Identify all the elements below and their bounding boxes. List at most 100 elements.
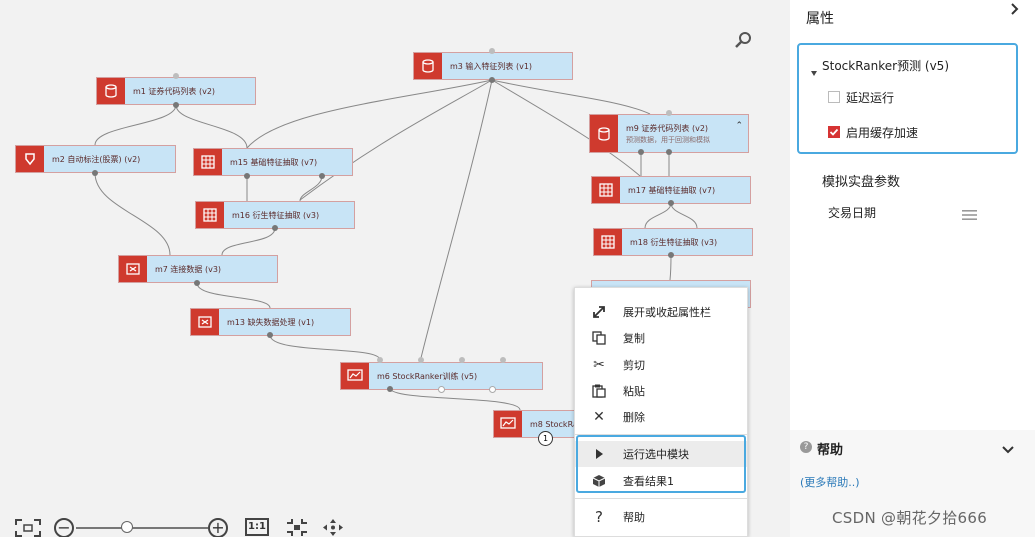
zoom-slider-handle[interactable] [121,521,133,533]
grid-icon [592,177,620,203]
output-port[interactable] [173,102,179,108]
fit-content-icon[interactable] [286,518,308,537]
edge [269,334,381,361]
node-label: m13 缺失数据处理 (v1) [227,317,315,327]
grid-icon [594,229,622,255]
merge-icon [191,309,219,335]
search-icon[interactable] [735,31,753,53]
context-menu: 展开或收起属性栏 复制 ✂ 剪切 粘贴 ✕ 删除 运行选中模块 查看结果1 ? … [574,287,748,537]
node-label: m1 证券代码列表 (v2) [133,86,216,96]
output-port[interactable] [438,386,445,393]
node-label: m7 连接数据 (v3) [155,264,222,274]
input-port[interactable] [173,73,179,79]
node-label: m17 基础特征抽取 (v7) [628,185,716,195]
cache-label: 启用缓存加速 [846,126,919,140]
output-badge[interactable]: 1 [538,431,553,446]
triangle-down-icon[interactable] [810,62,818,81]
node-label: m6 StockRanker训练 (v5) [377,371,478,381]
delay-run-checkbox[interactable] [828,91,840,103]
question-icon: ? [595,508,603,526]
output-port[interactable] [387,386,393,392]
node-label: m3 输入特征列表 (v1) [450,61,533,71]
output-port[interactable] [489,386,496,393]
input-port[interactable] [500,357,506,363]
node-label: m9 证券代码列表 (v2) 预测数据，用于回测和模拟 [618,123,710,145]
scissors-icon: ✂ [593,357,605,373]
grid-icon [194,149,222,175]
input-port[interactable] [459,357,465,363]
menu-item-paste[interactable]: 粘贴 [575,378,747,404]
menu-item-help[interactable]: ? 帮助 [575,504,747,530]
zoom-in-button[interactable]: + [208,518,228,537]
output-port[interactable] [244,173,250,179]
edge [670,202,698,229]
node-label: m16 衍生特征抽取 (v3) [232,210,320,220]
node-m8[interactable]: m8 StockRank [493,410,579,438]
node-m15[interactable]: m15 基础特征抽取 (v7) [193,148,353,176]
input-port[interactable] [666,110,672,116]
output-port[interactable] [666,149,672,155]
menu-item-toggle-panel[interactable]: 展开或收起属性栏 [575,299,747,325]
help-icon: ? [800,441,812,453]
more-help-link[interactable]: (更多帮助..) [800,474,860,490]
edge [669,254,672,281]
menu-divider [575,498,747,499]
edge [221,227,276,256]
database-icon [414,53,442,79]
train-icon [494,411,522,437]
input-port[interactable] [489,48,495,54]
menu-item-delete[interactable]: ✕ 删除 [575,404,747,430]
output-port[interactable] [668,200,674,206]
node-m2[interactable]: m2 自动标注(股票) (v2) [15,145,176,173]
trade-date-label: 交易日期 [828,206,877,220]
merge-icon [119,256,147,282]
node-label: m2 自动标注(股票) (v2) [52,154,141,164]
chevron-down-icon[interactable] [1002,440,1014,459]
node-m3[interactable]: m3 输入特征列表 (v1) [413,52,573,80]
close-icon: ✕ [593,409,605,425]
move-icon[interactable] [322,518,344,537]
edge [196,282,271,309]
menu-item-copy[interactable]: 复制 [575,325,747,351]
output-port[interactable] [272,225,278,231]
zoom-slider-track[interactable] [76,527,208,529]
zoom-out-button[interactable]: − [54,518,74,537]
edge [389,387,521,411]
node-label: m18 衍生特征抽取 (v3) [630,237,718,247]
output-port[interactable] [638,149,644,155]
module-title[interactable]: StockRanker预测 (v5) [822,57,949,74]
watermark: CSDN @朝花夕拾666 [832,509,988,527]
download-icon [16,146,44,172]
output-port[interactable] [194,280,200,286]
node-m9[interactable]: m9 证券代码列表 (v2) 预测数据，用于回测和模拟 ⌃ [589,114,749,153]
node-m7[interactable]: m7 连接数据 (v3) [118,255,278,283]
node-m1[interactable]: m1 证券代码列表 (v2) [96,77,256,105]
input-port[interactable] [377,357,383,363]
actual-size-button[interactable]: 1:1 [245,518,269,536]
edge [246,79,493,149]
node-label: m8 StockRank [530,419,578,429]
output-port[interactable] [489,77,495,83]
output-port[interactable] [319,173,325,179]
output-port[interactable] [267,332,273,338]
menu-item-cut[interactable]: ✂ 剪切 [575,352,747,378]
output-port[interactable] [668,252,674,258]
cache-checkbox[interactable] [828,126,840,138]
paste-icon [575,384,623,398]
copy-icon [575,331,623,345]
edge [419,79,493,363]
train-icon [341,363,369,389]
panel-title: 属性 [806,11,834,27]
fit-screen-icon[interactable] [15,519,41,537]
collapse-icon[interactable]: ⌃ [735,121,743,131]
node-description: 预测数据，用于回测和模拟 [626,135,710,144]
menu-icon[interactable] [962,206,978,225]
edge [491,79,651,115]
input-port[interactable] [418,357,424,363]
edge [175,104,248,149]
chevron-right-icon[interactable] [1010,0,1020,19]
edge [94,104,177,146]
database-icon [97,78,125,104]
output-port[interactable] [92,170,98,176]
edge [94,172,171,256]
